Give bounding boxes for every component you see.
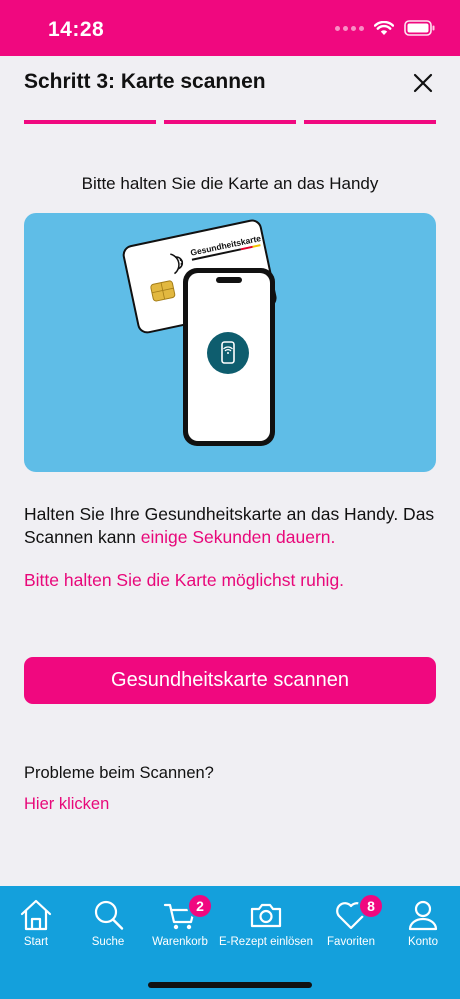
home-indicator [148,982,312,988]
hint-text: Bitte halten Sie die Karte möglichst ruh… [24,570,345,590]
tab-label: Warenkorb [152,936,208,948]
cart-badge: 2 [187,893,213,919]
progress-indicator [24,120,436,124]
status-time: 14:28 [48,18,105,41]
scan-illustration: Gesundheitskarte [24,213,436,472]
user-icon [408,900,438,931]
tab-search[interactable]: Suche [68,886,148,956]
close-icon [413,73,433,93]
close-button[interactable] [412,72,434,94]
camera-icon [250,903,282,928]
tab-bar: Start Suche 2 Warenkorb E-Rezept einlöse… [0,886,460,999]
info-text-highlight: einige Sekunden dauern. [140,527,336,547]
status-bar: 14:28 [0,0,460,56]
tab-start[interactable]: Start [0,886,76,956]
progress-step [304,120,436,124]
page-title: Schritt 3: Karte scannen [24,70,266,93]
instruction-text: Bitte halten Sie die Karte an das Handy [81,174,379,193]
tab-label: Start [23,936,49,948]
problem-text: Probleme beim Scannen? [24,764,214,782]
status-icons [335,20,436,36]
tab-favorites[interactable]: 8 Favoriten [311,886,391,956]
tab-e-rezept[interactable]: E-Rezept einlösen [215,886,317,956]
home-icon [20,899,52,931]
scan-card-button[interactable]: Gesundheitskarte scannen [24,657,436,704]
favorites-badge: 8 [358,893,384,919]
header: Schritt 3: Karte scannen [0,56,460,146]
help-link[interactable]: Hier klicken [24,795,109,814]
tab-label: Favoriten [327,936,375,948]
tab-label: E-Rezept einlösen [219,936,313,948]
tab-label: Suche [91,936,125,948]
signal-icon [335,25,364,31]
tab-label: Konto [407,936,439,948]
progress-step [24,120,156,124]
phone-image [183,268,275,446]
wifi-icon [374,20,394,35]
tab-cart[interactable]: 2 Warenkorb [140,886,220,956]
info-text: Halten Sie Ihre Gesundheitskarte an das … [24,503,436,549]
battery-icon [404,20,435,36]
tab-account[interactable]: Konto [383,886,460,956]
progress-step [164,120,296,124]
search-icon [94,900,124,930]
